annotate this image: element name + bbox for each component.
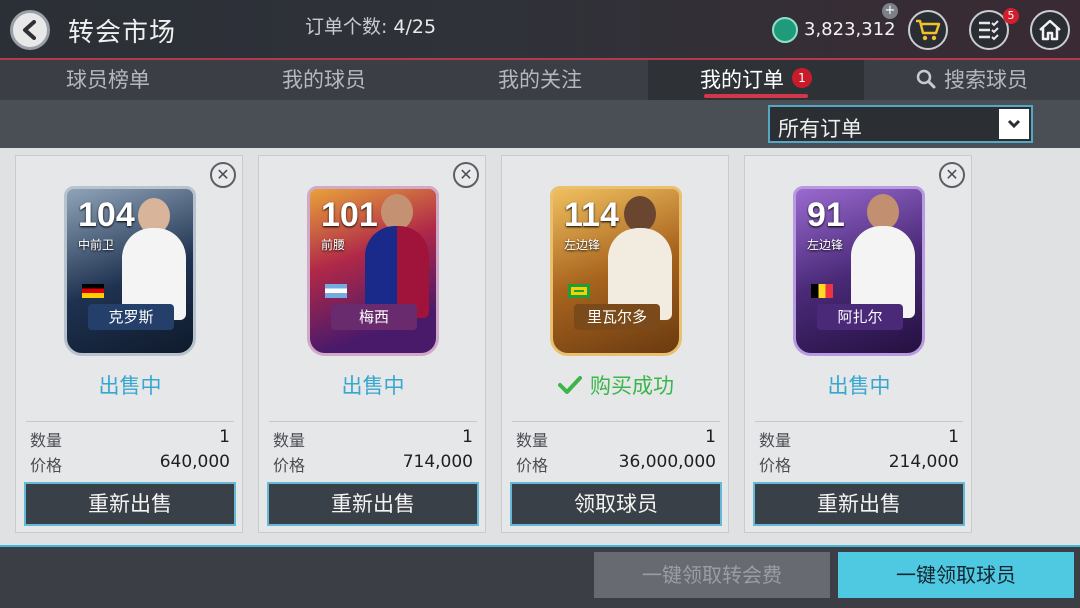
price-label: 价格	[759, 456, 792, 475]
player-name: 克罗斯	[88, 304, 174, 330]
player-name: 阿扎尔	[817, 304, 903, 330]
player-name: 里瓦尔多	[574, 304, 660, 330]
tab-my-orders[interactable]: 我的订单 1	[648, 60, 864, 100]
divider	[755, 421, 963, 422]
relist-button[interactable]: 重新出售	[267, 482, 479, 526]
flag-icon	[568, 284, 590, 298]
order-status: 出售中	[98, 374, 162, 398]
coin-icon	[772, 17, 798, 43]
close-icon[interactable]: ✕	[939, 162, 965, 188]
order-status: 出售中	[341, 374, 405, 398]
divider	[512, 421, 720, 422]
chevron-down-icon[interactable]	[999, 109, 1029, 139]
quantity-value: 1	[219, 427, 230, 447]
tab-label: 搜索球员	[944, 68, 1028, 92]
page-title: 转会市场	[68, 18, 177, 48]
order-card: ✕ 91 左边锋 阿扎尔 出售中 数量 1 价格 214,000 重新出售	[744, 155, 972, 533]
order-status: 购买成功	[502, 370, 730, 400]
quantity-value: 1	[462, 427, 473, 447]
back-button[interactable]	[10, 10, 50, 50]
price-label: 价格	[273, 456, 306, 475]
price-label: 价格	[516, 456, 549, 475]
order-count-label: 订单个数:	[305, 16, 388, 38]
player-position: 左边锋	[564, 238, 601, 252]
relist-button[interactable]: 重新出售	[24, 482, 236, 526]
checkmark-icon	[558, 376, 582, 394]
home-button[interactable]	[1030, 10, 1070, 50]
flag-icon	[82, 284, 104, 298]
price-label: 价格	[30, 456, 63, 475]
price-value: 214,000	[888, 452, 959, 472]
cart-icon	[916, 19, 941, 41]
player-position: 中前卫	[78, 238, 115, 252]
checklist-icon	[979, 20, 999, 41]
tab-label: 我的订单	[700, 68, 784, 92]
quantity-value: 1	[705, 427, 716, 447]
player-rating: 91	[807, 196, 845, 234]
quantity-label: 数量	[30, 431, 63, 450]
player-portrait	[624, 196, 656, 232]
player-rating: 101	[321, 196, 378, 234]
tab-player-rankings[interactable]: 球员榜单	[0, 60, 216, 100]
price-value: 640,000	[159, 452, 230, 472]
back-arrow-icon	[23, 20, 36, 40]
claim-player-button[interactable]: 领取球员	[510, 482, 722, 526]
tab-bar: 球员榜单 我的球员 我的关注 我的订单 1 搜索球员	[0, 60, 1080, 100]
order-count-value: 4/25	[393, 16, 437, 38]
tab-label: 我的关注	[498, 68, 582, 92]
player-name: 梅西	[331, 304, 417, 330]
quantity-row: 数量 1	[273, 427, 473, 451]
divider	[269, 421, 477, 422]
quantity-label: 数量	[273, 431, 306, 450]
price-row: 价格 36,000,000	[516, 452, 716, 476]
divider	[26, 421, 234, 422]
search-icon	[916, 69, 936, 89]
notification-badge: 5	[1003, 8, 1019, 24]
tab-my-watchlist[interactable]: 我的关注	[432, 60, 648, 100]
tab-my-players[interactable]: 我的球员	[216, 60, 432, 100]
close-icon[interactable]: ✕	[453, 162, 479, 188]
claim-all-players-button[interactable]: 一键领取球员	[838, 552, 1074, 598]
claim-all-fees-button[interactable]: 一键领取转会费	[594, 552, 830, 598]
coins-balance: 3,823,312	[804, 19, 896, 40]
quantity-row: 数量 1	[30, 427, 230, 451]
order-count: 订单个数: 4/25	[305, 12, 436, 39]
order-status-text: 购买成功	[590, 374, 674, 398]
player-rating: 104	[78, 196, 135, 234]
quantity-row: 数量 1	[759, 427, 959, 451]
dropdown-selected-value: 所有订单	[778, 117, 862, 141]
relist-button[interactable]: 重新出售	[753, 482, 965, 526]
quantity-label: 数量	[759, 431, 792, 450]
player-position: 前腰	[321, 238, 346, 252]
player-portrait	[381, 194, 413, 230]
price-value: 714,000	[402, 452, 473, 472]
order-card: ✕ 114 左边锋 里瓦尔多 购买成功 数量1 价格36,000,000 领取球…	[501, 155, 729, 533]
flag-icon	[811, 284, 833, 298]
price-row: 价格 640,000	[30, 452, 230, 476]
player-position: 左边锋	[807, 238, 844, 252]
order-card: ✕ 104 中前卫 克罗斯 出售中 数量 1 价格 640,000 重新出售	[15, 155, 243, 533]
orders-badge: 1	[792, 68, 812, 88]
order-status: 出售中	[827, 374, 891, 398]
quantity-row: 数量 1	[516, 427, 716, 451]
close-icon[interactable]: ✕	[210, 162, 236, 188]
quantity-value: 1	[948, 427, 959, 447]
quantity-label: 数量	[516, 431, 549, 450]
tab-label: 球员榜单	[66, 68, 150, 92]
tab-search-players[interactable]: 搜索球员	[864, 60, 1080, 100]
flag-icon	[325, 284, 347, 298]
price-value: 36,000,000	[618, 452, 716, 472]
price-row: 价格 214,000	[759, 452, 959, 476]
order-filter-dropdown[interactable]: 所有订单	[768, 105, 1033, 143]
tab-label: 我的球员	[282, 68, 366, 92]
add-coins-button[interactable]: +	[882, 3, 898, 19]
order-card: ✕ 101 前腰 梅西 出售中 数量 1 价格 714,000 重新出售	[258, 155, 486, 533]
price-row: 价格 714,000	[273, 452, 473, 476]
player-rating: 114	[564, 196, 619, 234]
player-portrait	[867, 194, 899, 230]
cart-button[interactable]	[908, 10, 948, 50]
home-icon	[1039, 19, 1061, 41]
